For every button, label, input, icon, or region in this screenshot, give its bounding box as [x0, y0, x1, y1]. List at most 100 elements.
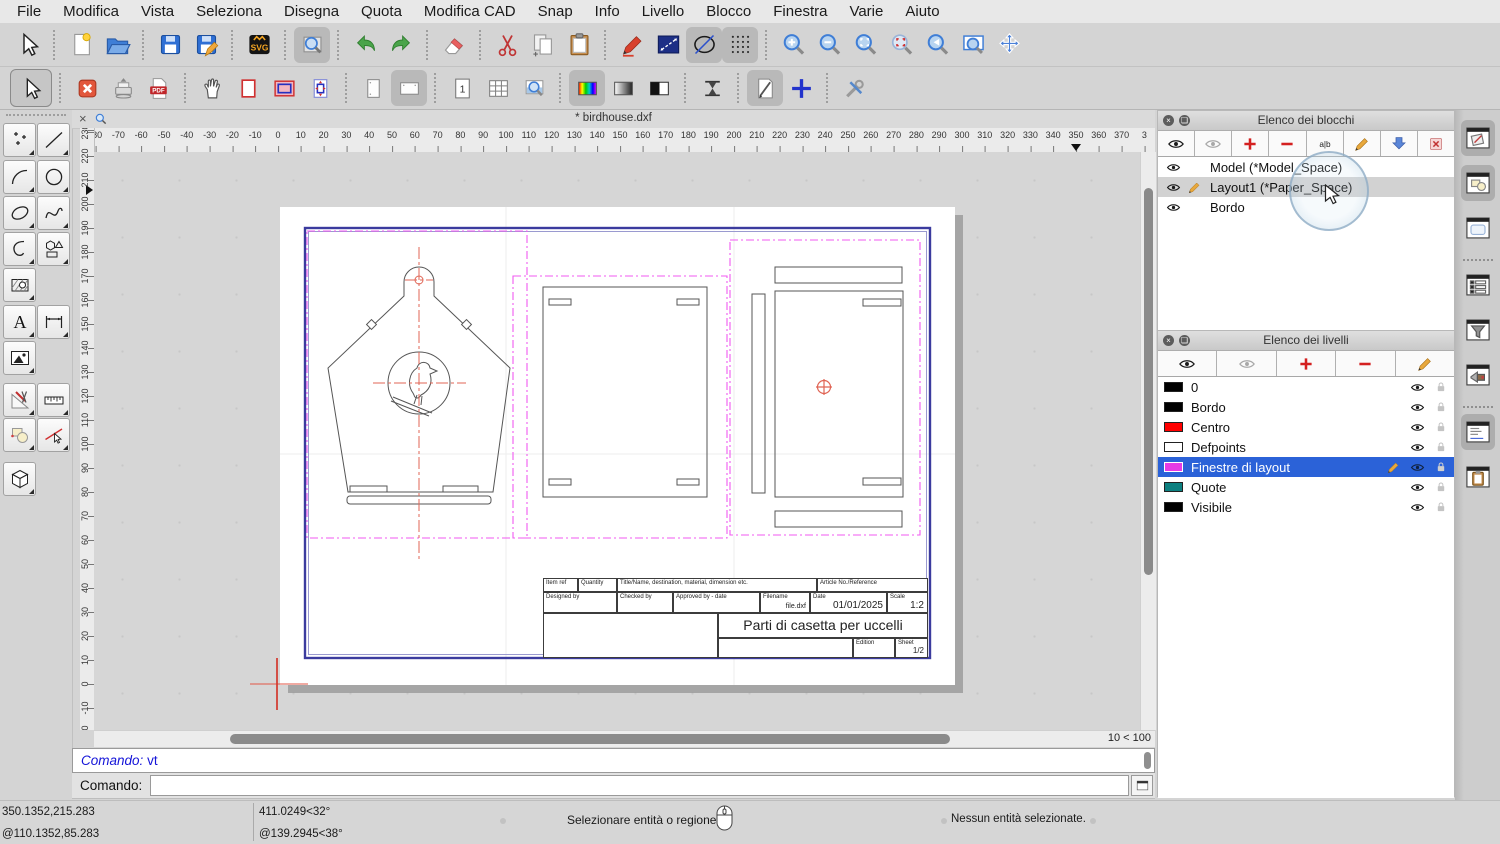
float-panel-icon[interactable]: ❏ [1179, 335, 1190, 346]
hand-pan-button[interactable] [194, 70, 230, 106]
draw-line-button[interactable] [37, 123, 70, 157]
layers-minus-red-button[interactable] [1336, 351, 1396, 376]
pdf-export-button[interactable] [141, 70, 177, 106]
lock-icon[interactable] [1434, 440, 1448, 454]
copy-button[interactable] [525, 27, 561, 63]
blocks-eye-off-button[interactable] [1195, 131, 1233, 156]
measure-tools-button[interactable] [37, 383, 70, 417]
zoom-out-button[interactable] [811, 27, 847, 63]
command-input[interactable] [150, 775, 1129, 796]
draw-shapes-button[interactable] [37, 232, 70, 266]
draft-mode-button[interactable] [747, 70, 783, 106]
select-tools-button[interactable] [37, 418, 70, 452]
pages-grid-button[interactable] [480, 70, 516, 106]
hourglass-button[interactable] [694, 70, 730, 106]
vp-fit-button[interactable] [302, 70, 338, 106]
lock-icon[interactable] [1434, 420, 1448, 434]
block-row[interactable]: Bordo [1158, 197, 1454, 217]
drawing-canvas[interactable]: Item ref Quantity Title/Name, destinatio… [94, 152, 1140, 730]
dock-command-button[interactable] [1461, 414, 1495, 450]
grid-dots-button[interactable] [722, 26, 758, 63]
zoom-page-button[interactable] [516, 70, 552, 106]
command-options-button[interactable] [1131, 775, 1153, 796]
layer-color-swatch[interactable] [1164, 502, 1183, 512]
color-full-button[interactable] [569, 70, 605, 106]
menu-quota[interactable]: Quota [350, 3, 413, 20]
cut-button[interactable] [489, 27, 525, 63]
lock-icon[interactable] [1434, 480, 1448, 494]
page-one-button[interactable] [444, 70, 480, 106]
vertical-scrollbar[interactable] [1140, 152, 1156, 730]
zoom-window-button[interactable] [955, 27, 991, 63]
lock-icon[interactable] [1434, 500, 1448, 514]
draw-points-button[interactable] [3, 123, 36, 157]
lock-icon[interactable] [1434, 380, 1448, 394]
dock-clipboard-button[interactable] [1461, 459, 1495, 495]
horizontal-scrollbar[interactable]: 10 < 100 [94, 730, 1155, 747]
menu-modifica-cad[interactable]: Modifica CAD [413, 3, 527, 20]
paste-button[interactable] [561, 27, 597, 63]
layer-row[interactable]: Centro [1158, 417, 1454, 437]
blocks-rename-ab-button[interactable] [1307, 131, 1344, 156]
draw-hatch-button[interactable] [3, 268, 36, 302]
layer-row[interactable]: Visibile [1158, 497, 1454, 517]
layer-row[interactable]: Bordo [1158, 397, 1454, 417]
pencil-edit-button[interactable] [614, 27, 650, 63]
zoom-auto-button[interactable] [847, 27, 883, 63]
draw-spline-button[interactable] [37, 196, 70, 230]
redo-button[interactable] [383, 27, 419, 63]
draw-ellipse-button[interactable] [3, 196, 36, 230]
menu-vista[interactable]: Vista [130, 3, 185, 20]
vp-border-button[interactable] [230, 70, 266, 106]
blocks-eye-button[interactable] [1158, 131, 1196, 156]
pan-view-button[interactable] [991, 27, 1027, 63]
insert-image-button[interactable] [3, 341, 36, 375]
layer-color-swatch[interactable] [1164, 382, 1183, 392]
dock-library-button[interactable] [1461, 267, 1495, 303]
menu-blocco[interactable]: Blocco [695, 3, 762, 20]
draw-polyline-button[interactable] [3, 232, 36, 266]
print-export-button[interactable] [105, 70, 141, 106]
draw-text-button[interactable] [3, 305, 36, 339]
menu-modifica[interactable]: Modifica [52, 3, 130, 20]
zoom-previous-button[interactable] [919, 27, 955, 63]
blocks-minus-red-button[interactable] [1269, 131, 1307, 156]
layer-row[interactable]: Quote [1158, 477, 1454, 497]
preferences-button[interactable] [836, 70, 872, 106]
save-button[interactable] [152, 27, 188, 63]
layer-color-swatch[interactable] [1164, 422, 1183, 432]
close-red-button[interactable] [69, 70, 105, 106]
layers-pencil-button[interactable] [1396, 351, 1454, 376]
blocks-plus-red-button[interactable] [1232, 131, 1270, 156]
svg-export-button[interactable] [241, 27, 277, 63]
color-gray-button[interactable] [605, 70, 641, 106]
layer-row[interactable]: 0 [1158, 377, 1454, 397]
menu-file[interactable]: File [6, 3, 52, 20]
blocks-insert-block-button[interactable] [1381, 131, 1418, 156]
block-row[interactable]: Model (*Model_Space) [1158, 157, 1454, 177]
page-landscape-button[interactable] [391, 70, 427, 106]
save-as-button[interactable] [188, 27, 224, 63]
menu-finestra[interactable]: Finestra [762, 3, 838, 20]
layer-row[interactable]: Defpoints [1158, 437, 1454, 457]
horizontal-scrollbar-thumb[interactable] [230, 734, 950, 744]
undo-button[interactable] [347, 27, 383, 63]
zoom-in-button[interactable] [775, 27, 811, 63]
menu-disegna[interactable]: Disegna [273, 3, 350, 20]
menu-varie[interactable]: Varie [838, 3, 894, 20]
layer-row[interactable]: Finestre di layout [1158, 457, 1454, 477]
print-preview-button[interactable] [294, 26, 330, 63]
block-tools-button[interactable] [3, 418, 36, 452]
vp-overlay-button[interactable] [266, 70, 302, 106]
new-document-button[interactable] [63, 27, 99, 63]
menu-livello[interactable]: Livello [631, 3, 696, 20]
eraser-button[interactable] [436, 27, 472, 63]
menu-info[interactable]: Info [584, 3, 631, 20]
modify-tools-button[interactable] [3, 383, 36, 417]
command-history-scrollbar[interactable] [1144, 752, 1151, 769]
open-file-button[interactable] [99, 27, 135, 63]
draw-circle-button[interactable] [37, 160, 70, 194]
layers-plus-red-button[interactable] [1277, 351, 1337, 376]
zoom-selection-button[interactable] [883, 27, 919, 63]
dimension-button[interactable] [37, 305, 70, 339]
